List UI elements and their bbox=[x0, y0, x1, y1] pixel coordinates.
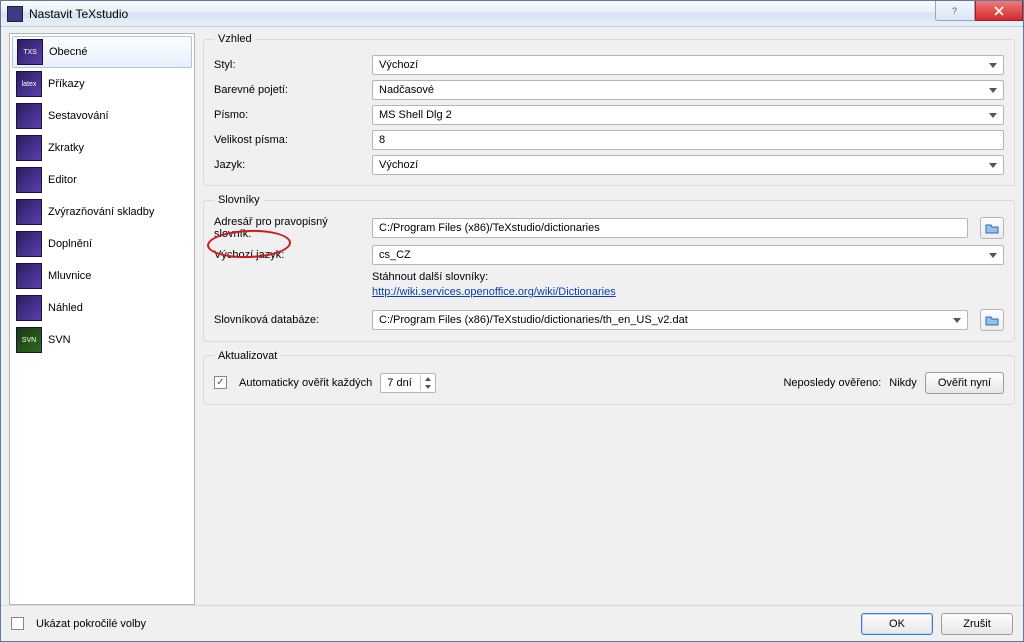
db-label: Slovníková databáze: bbox=[214, 314, 366, 326]
sidebar-item-label: Obecné bbox=[49, 46, 88, 58]
download-dictionaries: Stáhnout další slovníky: http://wiki.ser… bbox=[372, 270, 1004, 301]
sidebar-item-preview[interactable]: Náhled bbox=[12, 292, 192, 324]
download-label: Stáhnout další slovníky: bbox=[372, 270, 1004, 285]
font-label: Písmo: bbox=[214, 109, 366, 121]
db-browse-button[interactable] bbox=[980, 309, 1004, 331]
style-label: Styl: bbox=[214, 59, 366, 71]
color-select[interactable]: Nadčasové bbox=[372, 80, 1004, 100]
completion-icon bbox=[16, 231, 42, 257]
settings-window: Nastavit TeXstudio ? TXS Obecné latex Př… bbox=[0, 0, 1024, 642]
advanced-label: Ukázat pokročilé volby bbox=[36, 618, 146, 630]
sidebar-item-label: Mluvnice bbox=[48, 270, 91, 282]
dialog-footer: Ukázat pokročilé volby OK Zrušit bbox=[1, 605, 1023, 641]
svn-icon: SVN bbox=[16, 327, 42, 353]
sidebar-item-label: Náhled bbox=[48, 302, 83, 314]
general-icon: TXS bbox=[17, 39, 43, 65]
folder-open-icon bbox=[985, 222, 999, 234]
commands-icon: latex bbox=[16, 71, 42, 97]
sidebar-item-label: Zkratky bbox=[48, 142, 84, 154]
deflang-label: Výchozí jazyk: bbox=[214, 249, 366, 261]
spin-up-icon[interactable] bbox=[420, 375, 434, 383]
fontsize-label: Velikost písma: bbox=[214, 134, 366, 146]
lang-select[interactable]: Výchozí bbox=[372, 155, 1004, 175]
folder-open-icon bbox=[985, 314, 999, 326]
window-title: Nastavit TeXstudio bbox=[29, 7, 935, 21]
color-label: Barevné pojetí: bbox=[214, 84, 366, 96]
autocheck-checkbox[interactable] bbox=[214, 376, 227, 389]
advanced-checkbox[interactable] bbox=[11, 617, 24, 630]
appearance-legend: Vzhled bbox=[214, 33, 256, 45]
sidebar-item-label: Editor bbox=[48, 174, 77, 186]
cancel-button[interactable]: Zrušit bbox=[941, 613, 1013, 635]
interval-spinbox[interactable]: 7 dní bbox=[380, 373, 436, 393]
sidebar-item-label: Příkazy bbox=[48, 78, 85, 90]
sidebar-item-commands[interactable]: latex Příkazy bbox=[12, 68, 192, 100]
window-buttons: ? bbox=[935, 1, 1023, 26]
db-select[interactable]: C:/Program Files (x86)/TeXstudio/diction… bbox=[372, 310, 968, 330]
preview-icon bbox=[16, 295, 42, 321]
download-link[interactable]: http://wiki.services.openoffice.org/wiki… bbox=[372, 286, 616, 298]
style-select[interactable]: Výchozí bbox=[372, 55, 1004, 75]
dictdir-browse-button[interactable] bbox=[980, 217, 1004, 239]
update-legend: Aktualizovat bbox=[214, 350, 281, 362]
spin-down-icon[interactable] bbox=[420, 383, 434, 391]
dictionaries-group: Slovníky Adresář pro pravopisný slovník:… bbox=[203, 194, 1015, 342]
ok-button[interactable]: OK bbox=[861, 613, 933, 635]
dictionaries-legend: Slovníky bbox=[214, 194, 264, 206]
sidebar-item-editor[interactable]: Editor bbox=[12, 164, 192, 196]
update-group: Aktualizovat Automaticky ověřit každých … bbox=[203, 350, 1015, 405]
sidebar-item-general[interactable]: TXS Obecné bbox=[12, 36, 192, 68]
titlebar: Nastavit TeXstudio ? bbox=[1, 1, 1023, 27]
sidebar-item-label: Sestavování bbox=[48, 110, 109, 122]
sidebar-item-completion[interactable]: Doplnění bbox=[12, 228, 192, 260]
autocheck-label: Automaticky ověřit každých bbox=[239, 377, 372, 389]
sidebar-item-label: SVN bbox=[48, 334, 71, 346]
sidebar-item-svn[interactable]: SVN SVN bbox=[12, 324, 192, 356]
lastcheck-value: Nikdy bbox=[889, 377, 917, 389]
lastcheck-label: Neposledy ověřeno: bbox=[783, 377, 881, 389]
shortcuts-icon bbox=[16, 135, 42, 161]
svg-text:?: ? bbox=[952, 6, 957, 16]
dictdir-input[interactable]: C:/Program Files (x86)/TeXstudio/diction… bbox=[372, 218, 968, 238]
sidebar-item-build[interactable]: Sestavování bbox=[12, 100, 192, 132]
sidebar-item-grammar[interactable]: Mluvnice bbox=[12, 260, 192, 292]
close-button[interactable] bbox=[975, 1, 1023, 21]
sidebar-item-label: Zvýrazňování skladby bbox=[48, 206, 154, 218]
category-sidebar: TXS Obecné latex Příkazy Sestavování Zkr… bbox=[9, 33, 195, 605]
editor-icon bbox=[16, 167, 42, 193]
check-now-button[interactable]: Ověřit nyní bbox=[925, 372, 1004, 394]
syntax-icon bbox=[16, 199, 42, 225]
appearance-group: Vzhled Styl: Výchozí Barevné pojetí: Nad… bbox=[203, 33, 1015, 186]
deflang-select[interactable]: cs_CZ bbox=[372, 245, 1004, 265]
grammar-icon bbox=[16, 263, 42, 289]
app-icon bbox=[7, 6, 23, 22]
fontsize-input[interactable]: 8 bbox=[372, 130, 1004, 150]
sidebar-item-label: Doplnění bbox=[48, 238, 92, 250]
sidebar-item-syntax[interactable]: Zvýrazňování skladby bbox=[12, 196, 192, 228]
help-button[interactable]: ? bbox=[935, 1, 975, 21]
content-panel: Vzhled Styl: Výchozí Barevné pojetí: Nad… bbox=[203, 33, 1015, 605]
lang-label: Jazyk: bbox=[214, 159, 366, 171]
font-select[interactable]: MS Shell Dlg 2 bbox=[372, 105, 1004, 125]
build-icon bbox=[16, 103, 42, 129]
dictdir-label: Adresář pro pravopisný slovník: bbox=[214, 216, 366, 240]
sidebar-item-shortcuts[interactable]: Zkratky bbox=[12, 132, 192, 164]
